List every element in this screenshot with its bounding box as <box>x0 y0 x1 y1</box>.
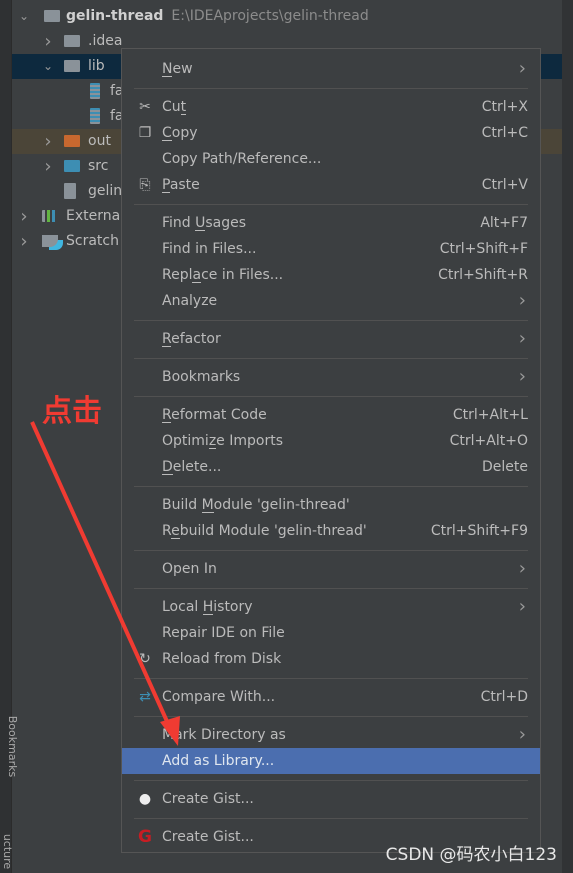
watermark: CSDN @码农小白123 <box>385 845 557 865</box>
annotation-arrow <box>30 421 180 746</box>
annotation-text: 点击 <box>42 394 102 429</box>
